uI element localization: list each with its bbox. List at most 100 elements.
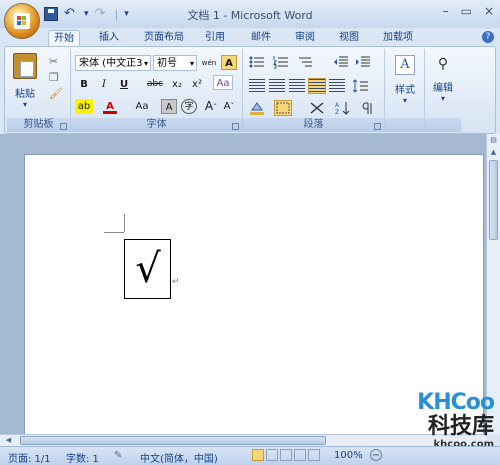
text-box[interactable]: √: [124, 239, 171, 299]
shrink-font-button[interactable]: Aˇ: [221, 99, 237, 114]
editing-button[interactable]: ⚲ 编辑 ▾: [427, 55, 459, 103]
cut-icon[interactable]: ✂: [49, 55, 58, 68]
clipboard-group: 粘贴 ▾ ✂ ❐ 🖌 剪贴板: [7, 49, 71, 132]
char-shading-button[interactable]: A: [161, 99, 177, 114]
wen-button[interactable]: wén: [201, 55, 217, 70]
styles-group-label: [385, 118, 424, 132]
bold-button[interactable]: B: [77, 77, 91, 92]
tab-addins[interactable]: 加载项: [380, 30, 416, 46]
subscript-button[interactable]: x₂: [169, 77, 185, 92]
decrease-indent-icon[interactable]: [333, 55, 349, 69]
styles-button[interactable]: A 样式 ▾: [389, 55, 421, 105]
watermark: KHCoo 科技库 khcoo.com: [417, 390, 495, 450]
font-size-dropdown[interactable]: 初号 ▾: [153, 55, 197, 71]
close-button[interactable]: ×: [484, 4, 494, 18]
tab-home[interactable]: 开始: [48, 30, 80, 47]
justify-icon[interactable]: [308, 78, 326, 94]
align-left-icon[interactable]: [249, 79, 265, 93]
increase-indent-icon[interactable]: [355, 55, 371, 69]
chevron-down-icon: ▾: [143, 59, 148, 68]
clear-formatting-button[interactable]: Aa: [213, 75, 233, 90]
underline-button[interactable]: U: [117, 77, 131, 92]
shrink-font-caret: ˇ: [230, 102, 235, 111]
checkmark-text: √: [135, 246, 161, 292]
change-case-button[interactable]: Aa: [131, 99, 153, 114]
grow-font-button[interactable]: Aˆ: [203, 99, 219, 114]
status-word-count[interactable]: 字数: 1: [66, 450, 99, 465]
highlight-button[interactable]: ab: [75, 99, 93, 114]
grow-font-caret: ˆ: [213, 103, 218, 112]
undo-icon[interactable]: ↶: [64, 7, 78, 21]
italic-button[interactable]: I: [97, 77, 111, 92]
asian-layout-icon[interactable]: [309, 101, 325, 115]
superscript-button[interactable]: x²: [189, 77, 205, 92]
quick-access-toolbar: ↶ ▾ ↷ | ▾: [44, 6, 129, 22]
tab-mailings[interactable]: 邮件: [248, 30, 274, 46]
show-marks-icon[interactable]: [359, 101, 375, 115]
paragraph-launcher-icon[interactable]: [374, 123, 381, 130]
window-controls: – ▭ ×: [443, 4, 494, 18]
font-launcher-icon[interactable]: [232, 123, 239, 130]
clipboard-launcher-icon[interactable]: [60, 123, 67, 130]
numbering-icon[interactable]: [273, 55, 289, 69]
full-screen-view-icon[interactable]: [266, 449, 278, 461]
document-page[interactable]: [24, 154, 484, 446]
font-name-dropdown[interactable]: 宋体 (中文正3 ▾: [75, 55, 151, 71]
svg-text:A: A: [335, 102, 340, 109]
title-bar: 文档 1 - Microsoft Word ↶ ▾ ↷ | ▾ – ▭ ×: [0, 0, 500, 29]
distributed-icon[interactable]: [329, 79, 345, 93]
zoom-level[interactable]: 100%: [334, 450, 363, 461]
tab-review[interactable]: 审阅: [292, 30, 318, 46]
vertical-scrollbar[interactable]: ▤ ▲: [486, 134, 500, 434]
char-border-button[interactable]: A: [221, 55, 237, 70]
zoom-out-button[interactable]: −: [370, 449, 382, 461]
print-layout-view-icon[interactable]: [252, 449, 264, 461]
save-icon[interactable]: [44, 7, 58, 21]
horizontal-scrollbar[interactable]: ◀: [0, 434, 486, 446]
scroll-left-icon[interactable]: ◀: [4, 436, 13, 445]
font-color-button[interactable]: A: [103, 99, 117, 114]
status-page[interactable]: 页面: 1/1: [8, 450, 51, 465]
undo-dropdown-icon[interactable]: ▾: [84, 9, 89, 19]
editing-group-label: [425, 118, 461, 132]
redo-icon[interactable]: ↷: [95, 7, 109, 21]
ruler-toggle-icon[interactable]: ▤: [489, 136, 498, 145]
tab-references[interactable]: 引用: [202, 30, 228, 46]
strikethrough-button[interactable]: abc: [145, 77, 165, 92]
maximize-button[interactable]: ▭: [461, 4, 472, 18]
editing-group: ⚲ 编辑 ▾: [425, 49, 461, 132]
help-icon[interactable]: ?: [482, 31, 494, 43]
enclose-char-button[interactable]: 字: [181, 99, 197, 114]
align-right-icon[interactable]: [289, 79, 305, 93]
tab-view[interactable]: 视图: [336, 30, 362, 46]
proofing-icon[interactable]: ✎: [114, 450, 122, 461]
status-language[interactable]: 中文(简体，中国): [140, 450, 218, 465]
borders-icon[interactable]: [274, 100, 292, 116]
web-layout-view-icon[interactable]: [280, 449, 292, 461]
qat-customize-icon[interactable]: ▾: [124, 9, 129, 19]
ribbon-tabs: 开始 插入 页面布局 引用 邮件 审阅 视图 加载项 ?: [0, 28, 500, 47]
minimize-button[interactable]: –: [443, 4, 449, 18]
scroll-up-icon[interactable]: ▲: [489, 148, 498, 157]
tab-page-layout[interactable]: 页面布局: [140, 30, 188, 46]
multilevel-list-icon[interactable]: [297, 55, 313, 69]
line-spacing-icon[interactable]: [352, 79, 369, 93]
copy-icon[interactable]: ❐: [49, 71, 59, 84]
bullets-icon[interactable]: [249, 55, 265, 69]
format-painter-icon[interactable]: 🖌: [49, 87, 63, 100]
horizontal-scroll-thumb[interactable]: [20, 436, 326, 445]
font-group: 宋体 (中文正3 ▾ 初号 ▾ wén A B I U abc x₂ x² Aa…: [71, 49, 243, 132]
office-button[interactable]: [4, 3, 40, 39]
status-bar: 页面: 1/1 字数: 1 ✎ 中文(简体，中国) 100% −: [0, 446, 500, 465]
align-center-icon[interactable]: [269, 79, 285, 93]
outline-view-icon[interactable]: [294, 449, 306, 461]
draft-view-icon[interactable]: [308, 449, 320, 461]
sort-icon[interactable]: AZ: [335, 101, 351, 116]
tab-insert[interactable]: 插入: [94, 30, 124, 46]
view-buttons: [252, 449, 320, 461]
vertical-scroll-thumb[interactable]: [489, 160, 498, 240]
paste-button[interactable]: 粘贴 ▾: [11, 53, 39, 109]
shading-icon[interactable]: [249, 101, 265, 115]
chevron-down-icon: ▾: [402, 96, 407, 105]
paste-dropdown-icon[interactable]: ▾: [11, 100, 39, 109]
